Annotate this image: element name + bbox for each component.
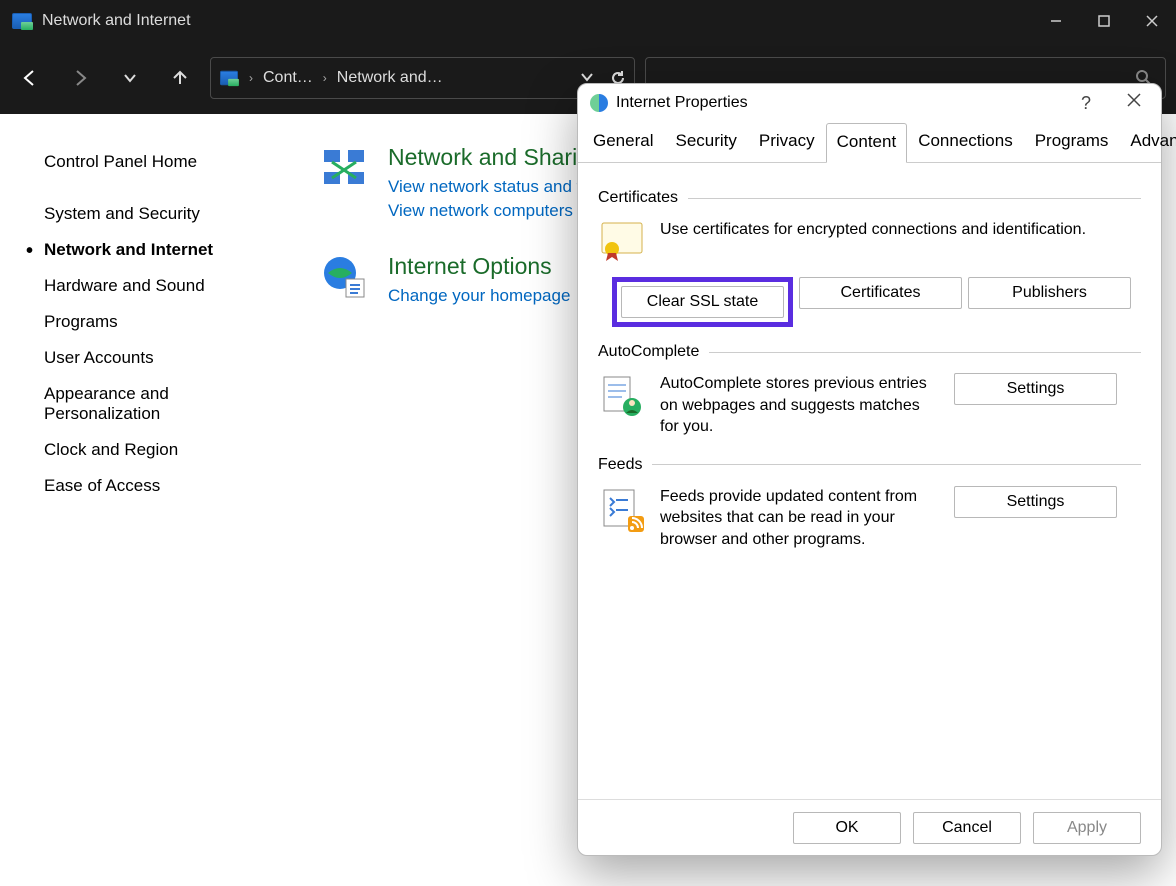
titlebar: Network and Internet bbox=[0, 0, 1176, 42]
certificate-icon bbox=[598, 219, 646, 267]
tab-connections[interactable]: Connections bbox=[907, 122, 1024, 162]
network-sharing-icon bbox=[320, 144, 368, 192]
certificates-button[interactable]: Certificates bbox=[799, 277, 962, 309]
tab-programs[interactable]: Programs bbox=[1024, 122, 1120, 162]
group-label-autocomplete: AutoComplete bbox=[598, 343, 699, 361]
sidebar-item-home[interactable]: Control Panel Home bbox=[44, 144, 300, 180]
cancel-button[interactable]: Cancel bbox=[913, 812, 1021, 844]
forward-button[interactable] bbox=[60, 58, 100, 98]
sidebar-item-network-internet[interactable]: Network and Internet bbox=[44, 232, 300, 268]
breadcrumb-1[interactable]: Cont… bbox=[263, 69, 313, 87]
tab-general[interactable]: General bbox=[582, 122, 664, 162]
internet-options-icon bbox=[320, 253, 368, 301]
tab-security[interactable]: Security bbox=[664, 122, 747, 162]
clear-ssl-button[interactable]: Clear SSL state bbox=[621, 286, 784, 318]
clear-ssl-highlight: Clear SSL state bbox=[612, 277, 793, 327]
certificates-description: Use certificates for encrypted connectio… bbox=[660, 219, 1141, 241]
sidebar-item-system-security[interactable]: System and Security bbox=[44, 196, 300, 232]
internet-properties-dialog: Internet Properties ? General Security P… bbox=[577, 83, 1162, 856]
breadcrumb-2[interactable]: Network and… bbox=[337, 69, 443, 87]
sidebar-item-hardware-sound[interactable]: Hardware and Sound bbox=[44, 268, 300, 304]
link-change-homepage[interactable]: Change your homepage bbox=[388, 286, 570, 306]
publishers-button[interactable]: Publishers bbox=[968, 277, 1131, 309]
help-button[interactable]: ? bbox=[1073, 89, 1099, 118]
maximize-button[interactable] bbox=[1080, 0, 1128, 42]
section-title-internet-options[interactable]: Internet Options bbox=[388, 253, 570, 280]
sidebar-item-clock-region[interactable]: Clock and Region bbox=[44, 432, 300, 468]
internet-properties-icon bbox=[590, 94, 608, 112]
address-bar[interactable]: › Cont… › Network and… bbox=[210, 57, 635, 99]
ok-button[interactable]: OK bbox=[793, 812, 901, 844]
control-panel-icon bbox=[12, 13, 32, 29]
dialog-tabs: General Security Privacy Content Connect… bbox=[578, 122, 1161, 163]
group-label-certificates: Certificates bbox=[598, 189, 678, 207]
location-icon bbox=[220, 71, 238, 85]
up-button[interactable] bbox=[160, 58, 200, 98]
autocomplete-icon bbox=[598, 373, 646, 421]
dialog-title: Internet Properties bbox=[616, 94, 748, 112]
tab-advanced[interactable]: Advanced bbox=[1119, 122, 1176, 162]
sidebar-item-user-accounts[interactable]: User Accounts bbox=[44, 340, 300, 376]
chevron-right-icon: › bbox=[249, 71, 253, 85]
tab-privacy[interactable]: Privacy bbox=[748, 122, 826, 162]
window-title: Network and Internet bbox=[42, 12, 191, 30]
sidebar-item-appearance[interactable]: Appearance and Personalization bbox=[44, 376, 224, 432]
chevron-right-icon: › bbox=[323, 71, 327, 85]
group-label-feeds: Feeds bbox=[598, 456, 642, 474]
dialog-titlebar: Internet Properties ? bbox=[578, 84, 1161, 122]
back-button[interactable] bbox=[10, 58, 50, 98]
close-button[interactable] bbox=[1128, 0, 1176, 42]
dialog-close-button[interactable] bbox=[1119, 89, 1149, 118]
recent-dropdown[interactable] bbox=[110, 58, 150, 98]
dialog-footer: OK Cancel Apply bbox=[578, 799, 1161, 855]
sidebar-item-ease-of-access[interactable]: Ease of Access bbox=[44, 468, 300, 504]
feeds-icon bbox=[598, 486, 646, 534]
tab-content[interactable]: Content bbox=[826, 123, 908, 163]
feeds-settings-button[interactable]: Settings bbox=[954, 486, 1117, 518]
feeds-description: Feeds provide updated content from websi… bbox=[660, 486, 940, 551]
apply-button[interactable]: Apply bbox=[1033, 812, 1141, 844]
minimize-button[interactable] bbox=[1032, 0, 1080, 42]
autocomplete-settings-button[interactable]: Settings bbox=[954, 373, 1117, 405]
autocomplete-description: AutoComplete stores previous entries on … bbox=[660, 373, 940, 438]
sidebar: Control Panel Home System and Security N… bbox=[0, 114, 300, 886]
sidebar-item-programs[interactable]: Programs bbox=[44, 304, 300, 340]
